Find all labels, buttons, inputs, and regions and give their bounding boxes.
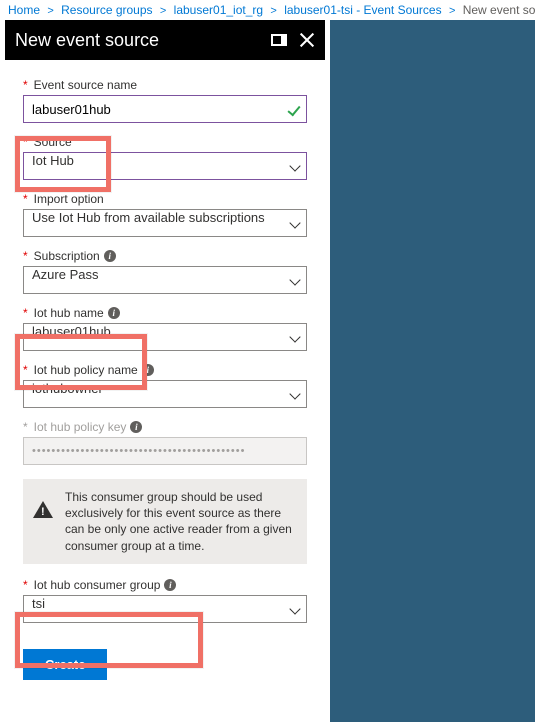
import-option-select[interactable]: Use Iot Hub from available subscriptions [23,209,307,237]
label-iot-hub-name: *Iot hub name i [23,306,307,320]
chevron-right-icon: > [270,5,276,17]
info-icon[interactable]: i [130,421,142,433]
info-icon[interactable]: i [104,250,116,262]
blade-body: *Event source name *Source Iot Hub *Impo… [5,60,325,722]
label-event-source-name: *Event source name [23,78,307,92]
chevron-right-icon: > [160,5,166,17]
breadcrumb-resource-groups[interactable]: Resource groups [61,3,152,17]
label-import-option: *Import option [23,192,307,206]
info-icon[interactable]: i [108,307,120,319]
source-select[interactable]: Iot Hub [23,152,307,180]
field-event-source-name: *Event source name [23,78,307,123]
blade-header: New event source [5,20,325,60]
field-source: *Source Iot Hub [23,135,307,180]
info-icon[interactable]: i [164,579,176,591]
warning-icon [33,501,53,518]
label-subscription: *Subscription i [23,249,307,263]
create-button[interactable]: Create [23,649,107,680]
field-iot-hub-policy-name: *Iot hub policy name i iothubowner [23,363,307,408]
close-icon[interactable] [299,32,315,48]
breadcrumb-rg-name[interactable]: labuser01_iot_rg [174,3,263,17]
subscription-select[interactable]: Azure Pass [23,266,307,294]
pin-icon[interactable] [271,34,287,46]
breadcrumb: Home > Resource groups > labuser01_iot_r… [0,0,535,20]
field-iot-hub-policy-key: *Iot hub policy key i ••••••••••••••••••… [23,420,307,465]
label-iot-hub-policy-key: *Iot hub policy key i [23,420,307,434]
chevron-right-icon: > [449,5,455,17]
info-icon[interactable]: i [142,364,154,376]
breadcrumb-home[interactable]: Home [8,3,40,17]
right-background-panel [330,0,535,722]
iot-hub-name-select[interactable]: labuser01hub [23,323,307,351]
iot-hub-policy-name-select[interactable]: iothubowner [23,380,307,408]
field-iot-hub-name: *Iot hub name i labuser01hub [23,306,307,351]
label-iot-hub-consumer-group: *Iot hub consumer group i [23,578,307,592]
field-subscription: *Subscription i Azure Pass [23,249,307,294]
iot-hub-policy-key-input: ••••••••••••••••••••••••••••••••••••••••… [23,437,307,465]
iot-hub-consumer-group-select[interactable]: tsi [23,595,307,623]
breadcrumb-current: New event source [463,3,535,17]
label-iot-hub-policy-name: *Iot hub policy name i [23,363,307,377]
consumer-group-notice: This consumer group should be used exclu… [23,479,307,564]
breadcrumb-tsi[interactable]: labuser01-tsi - Event Sources [284,3,441,17]
chevron-right-icon: > [47,5,53,17]
field-iot-hub-consumer-group: *Iot hub consumer group i tsi [23,578,307,623]
blade-title: New event source [15,30,159,51]
label-source: *Source [23,135,307,149]
event-source-name-input[interactable] [23,95,307,123]
field-import-option: *Import option Use Iot Hub from availabl… [23,192,307,237]
checkmark-icon [285,100,301,116]
